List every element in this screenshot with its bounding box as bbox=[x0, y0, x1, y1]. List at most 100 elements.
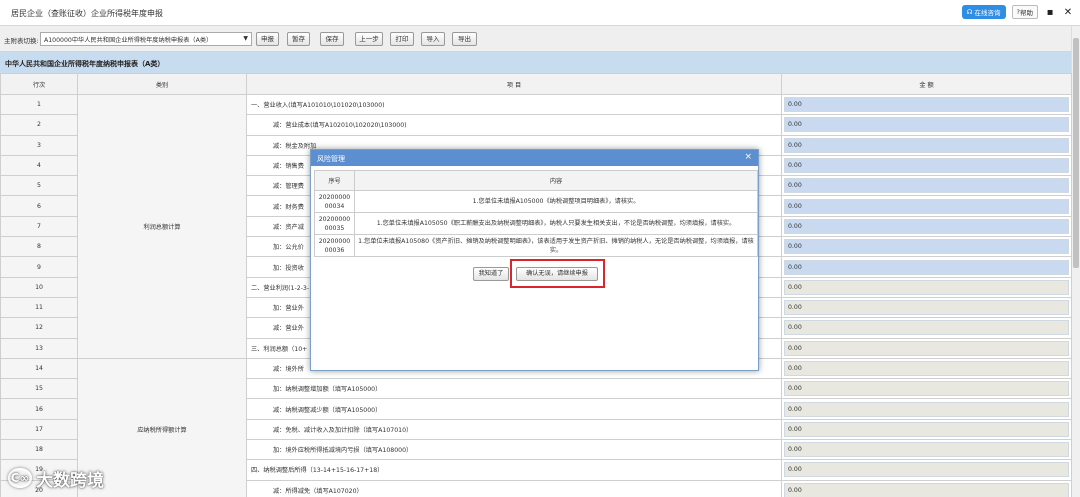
row-item: 加：境外应税所得抵减境内亏损（填写A108000） bbox=[246, 439, 782, 461]
vertical-scrollbar[interactable] bbox=[1071, 26, 1080, 497]
scrollbar-thumb[interactable] bbox=[1073, 38, 1079, 268]
risk-seq: 2020000000036 bbox=[314, 234, 355, 257]
title-bar: 居民企业（查账征收）企业所得税年度申报 ☊ 在线咨询 ? 帮助 ▪ ✕ bbox=[0, 0, 1080, 26]
amount-field: 0.00 bbox=[784, 361, 1069, 376]
help-label: 帮助 bbox=[1020, 9, 1033, 17]
amount-field[interactable]: 0.00 bbox=[784, 97, 1069, 113]
acknowledge-button[interactable]: 我知道了 bbox=[473, 267, 509, 281]
risk-seq: 2020000000034 bbox=[314, 190, 355, 213]
amount-field: 0.00 bbox=[784, 300, 1069, 316]
risk-content: 1.您单位未填报A105000《纳税调整项目明细表》，请核实。 bbox=[354, 190, 758, 213]
row-number: 2 bbox=[0, 114, 78, 136]
amount-field: 0.00 bbox=[784, 482, 1069, 497]
amount-field: 0.00 bbox=[784, 462, 1069, 478]
amount-field[interactable]: 0.00 bbox=[784, 158, 1069, 174]
amount-field: 0.00 bbox=[784, 421, 1069, 437]
row-number: 9 bbox=[0, 256, 78, 278]
table-row: 1 利润总额计算 一、营业收入(填写A101010\101020\103000)… bbox=[0, 93, 1072, 359]
amount-field[interactable]: 0.00 bbox=[784, 178, 1069, 194]
main-table-select-value: A100000中华人民共和国企业所得税年度纳税申报表（A类） bbox=[44, 37, 213, 44]
main-table-select[interactable]: A100000中华人民共和国企业所得税年度纳税申报表（A类） ▼ bbox=[40, 32, 252, 46]
declare-button[interactable]: 申报 bbox=[256, 32, 279, 46]
window-title: 居民企业（查账征收）企业所得税年度申报 bbox=[11, 9, 163, 18]
amount-field: 0.00 bbox=[784, 381, 1069, 397]
row-number: 6 bbox=[0, 195, 78, 217]
row-number: 12 bbox=[0, 317, 78, 339]
amount-field[interactable]: 0.00 bbox=[784, 117, 1069, 133]
header-item: 项 目 bbox=[246, 73, 782, 95]
risk-row: 2020000000036 1.您单位未填报A105080《资产折旧、摊销及纳税… bbox=[314, 234, 758, 257]
dialog-title: 风险管理 bbox=[317, 155, 345, 163]
export-button[interactable]: 导出 bbox=[452, 32, 477, 46]
amount-field: 0.00 bbox=[784, 340, 1069, 356]
header-category: 类别 bbox=[77, 73, 247, 95]
amount-field: 0.00 bbox=[784, 279, 1069, 295]
main-table-label: 主附表切换: bbox=[4, 37, 39, 45]
row-item: 减：纳税调整减少额（填写A105000） bbox=[246, 398, 782, 420]
previous-step-button[interactable]: 上一步 bbox=[355, 32, 383, 46]
row-item: 减：免税、减计收入及加计扣除（填写A107010） bbox=[246, 418, 782, 441]
amount-field[interactable]: 0.00 bbox=[784, 239, 1069, 255]
row-number: 18 bbox=[0, 439, 78, 461]
row-number: 15 bbox=[0, 378, 78, 400]
close-icon[interactable]: × bbox=[744, 152, 752, 162]
amount-field[interactable]: 0.00 bbox=[784, 198, 1069, 214]
table-header-row: 行次 类别 项 目 金 额 bbox=[0, 73, 1072, 95]
online-consult-label: 在线咨询 bbox=[974, 9, 1001, 17]
row-number: 11 bbox=[0, 296, 78, 319]
print-button[interactable]: 打印 bbox=[390, 32, 414, 46]
row-number: 14 bbox=[0, 357, 78, 380]
temp-save-button[interactable]: 暂存 bbox=[287, 32, 310, 46]
row-number: 10 bbox=[0, 276, 78, 298]
row-item: 加：纳税调整增加额（填写A105000） bbox=[246, 378, 782, 400]
row-number: 17 bbox=[0, 418, 78, 441]
save-button[interactable]: 保存 bbox=[320, 32, 344, 46]
amount-field[interactable]: 0.00 bbox=[784, 137, 1069, 153]
amount-field: 0.00 bbox=[784, 442, 1069, 458]
amount-field: 0.00 bbox=[784, 401, 1069, 417]
risk-row: 2020000000035 1.您单位未填报A105050《职工薪酬支出及纳税调… bbox=[314, 212, 758, 235]
risk-content: 1.您单位未填报A105050《职工薪酬支出及纳税调整明细表》，纳税人只要发生相… bbox=[354, 212, 758, 235]
header-amount: 金 额 bbox=[781, 73, 1072, 95]
watermark-text: 大数跨境 bbox=[36, 470, 104, 491]
watermark: C∞ 大数跨境 bbox=[8, 463, 104, 493]
risk-seq: 2020000000035 bbox=[314, 212, 355, 235]
import-button[interactable]: 导入 bbox=[421, 32, 445, 46]
amount-field[interactable]: 0.00 bbox=[784, 259, 1069, 275]
watermark-logo-icon: C∞ bbox=[8, 468, 32, 488]
toolbar: 主附表切换: A100000中华人民共和国企业所得税年度纳税申报表（A类） ▼ … bbox=[0, 26, 1080, 52]
close-icon[interactable]: ✕ bbox=[1062, 7, 1074, 18]
header-row-no: 行次 bbox=[0, 73, 78, 95]
headset-icon: ☊ bbox=[966, 8, 973, 16]
risk-table: 序号 内容 2020000000034 1.您单位未填报A105000《纳税调整… bbox=[314, 170, 758, 257]
header-seq: 序号 bbox=[314, 170, 355, 191]
category-profit: 利润总额计算 bbox=[77, 94, 247, 359]
amount-field[interactable]: 0.00 bbox=[784, 218, 1069, 234]
help-button[interactable]: ? 帮助 bbox=[1011, 5, 1038, 19]
header-content: 内容 bbox=[354, 170, 758, 191]
title-bar-actions: ☊ 在线咨询 ? 帮助 ▪ ✕ bbox=[961, 5, 1074, 19]
row-number: 7 bbox=[0, 215, 78, 238]
chevron-down-icon: ▼ bbox=[243, 35, 248, 42]
online-consult-button[interactable]: ☊ 在线咨询 bbox=[961, 5, 1006, 19]
row-number: 13 bbox=[0, 337, 78, 359]
highlight-box bbox=[510, 259, 605, 288]
row-item: 减：营业成本(填写A102010\102020\103000) bbox=[246, 114, 782, 136]
row-number: 1 bbox=[0, 93, 78, 116]
table-title: 中华人民共和国企业所得税年度纳税申报表（A类） bbox=[0, 52, 1071, 73]
dialog-header: 风险管理 × bbox=[311, 150, 758, 166]
risk-table-header: 序号 内容 bbox=[314, 170, 758, 191]
risk-management-dialog: 风险管理 × 序号 内容 2020000000034 1.您单位未填报A1050… bbox=[310, 149, 759, 371]
row-item: 四、纳税调整后所得（13-14+15-16-17+18） bbox=[246, 459, 782, 481]
risk-row: 2020000000034 1.您单位未填报A105000《纳税调整项目明细表》… bbox=[314, 190, 758, 213]
row-number: 16 bbox=[0, 398, 78, 420]
row-item: 减：所得减免（填写A107020） bbox=[246, 479, 782, 497]
row-number: 4 bbox=[0, 154, 78, 177]
risk-content: 1.您单位未填报A105080《资产折旧、摊销及纳税调整明细表》，该表适用于发生… bbox=[354, 234, 758, 257]
row-number: 5 bbox=[0, 175, 78, 197]
restore-icon[interactable]: ▪ bbox=[1044, 7, 1056, 18]
row-item: 一、营业收入(填写A101010\101020\103000) bbox=[246, 93, 782, 116]
row-number: 8 bbox=[0, 236, 78, 258]
amount-field: 0.00 bbox=[784, 320, 1069, 336]
row-number: 3 bbox=[0, 134, 78, 156]
